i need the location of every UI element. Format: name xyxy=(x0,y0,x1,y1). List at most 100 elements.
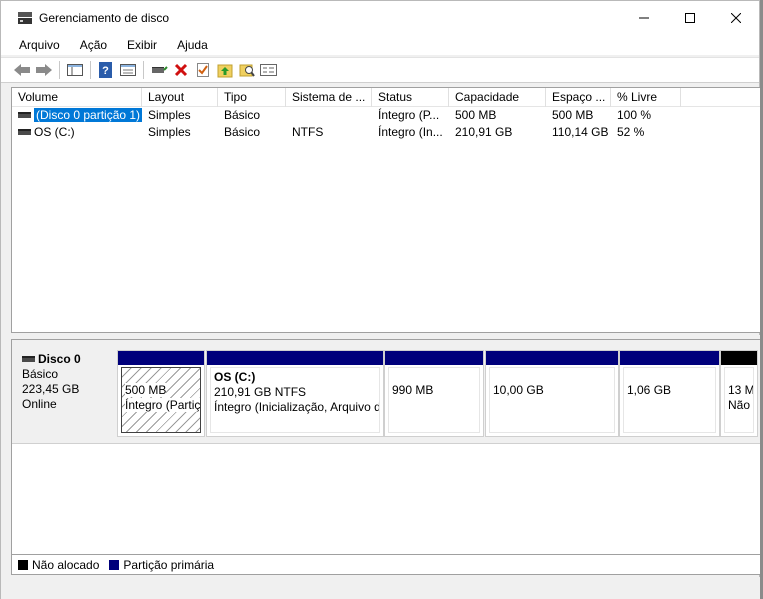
folder-up-icon xyxy=(217,64,233,78)
check-button[interactable] xyxy=(192,60,214,80)
menu-bar: Arquivo Ação Exibir Ajuda xyxy=(1,35,759,55)
back-button[interactable] xyxy=(11,60,33,80)
fs-cell xyxy=(286,107,372,124)
window-title: Gerenciamento de disco xyxy=(39,11,170,25)
partition-size: 500 MB xyxy=(125,383,167,397)
disk-graph-pane: Disco 0 Básico 223,45 GB Online 500 MB Í… xyxy=(11,339,761,575)
volume-name: (Disco 0 partição 1) xyxy=(34,108,142,122)
disk-label[interactable]: Disco 0 Básico 223,45 GB Online xyxy=(12,340,116,444)
disk-row: Disco 0 Básico 223,45 GB Online 500 MB Í… xyxy=(12,340,760,444)
partition-body: 13 M Não xyxy=(724,367,754,433)
status-cell: Íntegro (P... xyxy=(378,108,440,122)
partition-size: 990 MB xyxy=(392,383,434,397)
disk-management-app-icon xyxy=(18,12,32,24)
partition-body: 1,06 GB xyxy=(623,367,716,433)
settings-list-icon xyxy=(260,64,277,76)
tipo-cell: Básico xyxy=(224,108,261,122)
primary-partition-bar xyxy=(385,351,483,365)
close-button[interactable] xyxy=(713,1,759,35)
column-header-volume[interactable]: Volume xyxy=(12,88,142,107)
column-header-tipo[interactable]: Tipo xyxy=(218,88,286,107)
column-header-livre[interactable]: % Livre xyxy=(611,88,681,107)
folder-up-button[interactable] xyxy=(214,60,236,80)
partition-block[interactable]: OS (C:) 210,91 GB NTFS Íntegro (Iniciali… xyxy=(206,350,384,437)
legend-primary-partition: Partição primária xyxy=(123,557,215,572)
column-header-status[interactable]: Status xyxy=(372,88,449,107)
title-bar: Gerenciamento de disco xyxy=(1,1,759,35)
minimize-icon xyxy=(639,17,649,19)
console-tree-icon xyxy=(67,64,83,76)
unallocated-block[interactable]: 13 M Não xyxy=(720,350,758,437)
partition-status: Não xyxy=(728,398,751,412)
partition-size: 1,06 GB xyxy=(627,383,672,397)
status-bar xyxy=(1,577,761,599)
layout-cell: Simples xyxy=(148,125,191,139)
maximize-icon xyxy=(685,13,695,23)
primary-partition-bar xyxy=(118,351,204,365)
partition-title: OS (C:) xyxy=(214,370,256,384)
disk-name: Disco 0 xyxy=(38,352,81,366)
menu-arquivo[interactable]: Arquivo xyxy=(7,38,67,52)
partition-size: 10,00 GB xyxy=(493,383,544,397)
primary-partition-bar xyxy=(620,351,719,365)
column-header-espaco[interactable]: Espaço ... xyxy=(546,88,611,107)
partition-size: 13 M xyxy=(728,383,754,397)
partition-block[interactable]: 1,06 GB xyxy=(619,350,720,437)
partition-body: 500 MB Íntegro (Partiç xyxy=(121,367,201,433)
volume-list-header: Volume Layout Tipo Sistema de ... Status… xyxy=(12,88,760,107)
delete-button[interactable] xyxy=(170,60,192,80)
help-button[interactable]: ? xyxy=(95,60,117,80)
volume-row[interactable]: (Disco 0 partição 1) Simples Básico Ínte… xyxy=(12,107,760,124)
column-header-layout[interactable]: Layout xyxy=(142,88,218,107)
properties-view-icon xyxy=(120,64,136,76)
forward-button[interactable] xyxy=(33,60,55,80)
settings-list-button[interactable] xyxy=(258,60,280,80)
toolbar: ? xyxy=(1,57,759,83)
primary-partition-swatch xyxy=(109,559,120,570)
minimize-button[interactable] xyxy=(621,1,667,35)
menu-acao[interactable]: Ação xyxy=(67,38,114,52)
menu-exibir[interactable]: Exibir xyxy=(114,38,164,52)
column-header-capacidade[interactable]: Capacidade xyxy=(449,88,546,107)
volume-row[interactable]: OS (C:) Simples Básico NTFS Íntegro (In.… xyxy=(12,124,760,141)
console-tree-button[interactable] xyxy=(64,60,86,80)
capacity-cell: 500 MB xyxy=(455,108,497,122)
connect-disk-button[interactable] xyxy=(148,60,170,80)
close-icon xyxy=(731,13,741,23)
free-percent-cell: 52 % xyxy=(617,125,645,139)
volume-disk-icon xyxy=(18,111,31,118)
partition-block[interactable]: 990 MB xyxy=(384,350,484,437)
partition-block[interactable]: 500 MB Íntegro (Partiç xyxy=(117,350,205,437)
legend-unallocated: Não alocado xyxy=(32,557,100,572)
disk-state: Online xyxy=(22,397,57,411)
disk-size: 223,45 GB xyxy=(22,382,80,396)
forward-arrow-icon xyxy=(36,64,52,76)
menu-ajuda[interactable]: Ajuda xyxy=(164,38,215,52)
volume-disk-icon xyxy=(18,128,31,135)
disk-type: Básico xyxy=(22,367,59,381)
connect-disk-icon xyxy=(152,66,168,73)
partition-body: OS (C:) 210,91 GB NTFS Íntegro (Iniciali… xyxy=(210,367,380,433)
volume-name: OS (C:) xyxy=(34,125,75,139)
column-header-sistema[interactable]: Sistema de ... xyxy=(286,88,372,107)
tipo-cell: Básico xyxy=(224,125,261,139)
maximize-button[interactable] xyxy=(667,1,713,35)
toolbar-separator xyxy=(143,61,144,79)
partition-status: Íntegro (Inicialização, Arquivo d xyxy=(214,400,380,414)
folder-search-button[interactable] xyxy=(236,60,258,80)
volume-list: Volume Layout Tipo Sistema de ... Status… xyxy=(11,87,761,333)
partition-block[interactable]: 10,00 GB xyxy=(485,350,619,437)
primary-partition-bar xyxy=(486,351,618,365)
unallocated-bar xyxy=(721,351,757,365)
legend: Não alocado Partição primária xyxy=(11,554,761,575)
unallocated-swatch xyxy=(18,559,28,570)
volume-cell: OS (C:) xyxy=(12,124,142,141)
status-cell: Íntegro (In... xyxy=(378,125,443,139)
properties-view-button[interactable] xyxy=(117,60,139,80)
fs-cell: NTFS xyxy=(292,125,324,139)
free-space-cell: 500 MB xyxy=(552,108,594,122)
disk-icon xyxy=(22,355,35,362)
folder-search-icon xyxy=(239,64,255,77)
capacity-cell: 210,91 GB xyxy=(455,125,513,139)
primary-partition-bar xyxy=(207,351,383,365)
